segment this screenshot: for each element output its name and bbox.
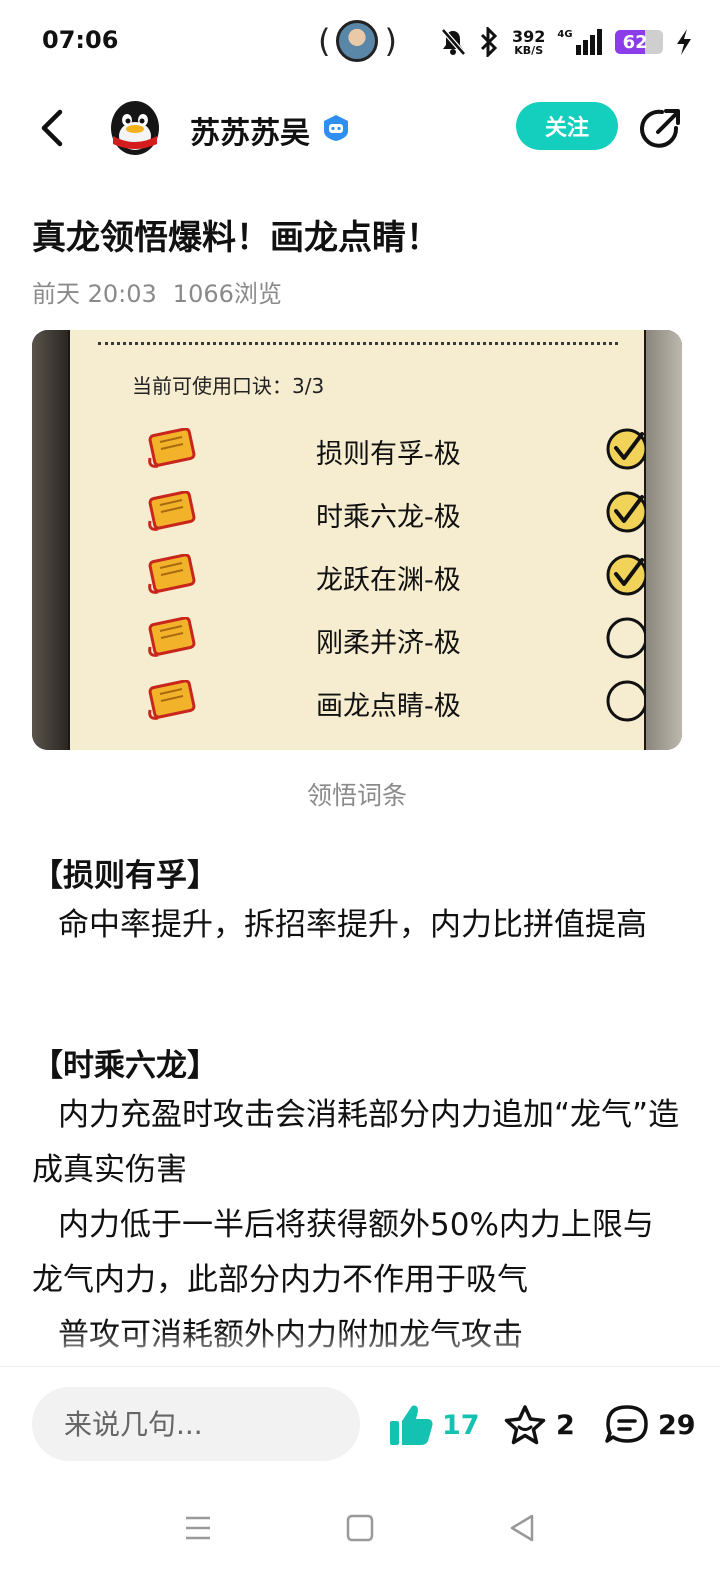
comment-input[interactable]	[32, 1387, 360, 1461]
battery-indicator: 62	[614, 30, 663, 54]
content-fade	[0, 1330, 720, 1370]
signal-icon: 4G	[557, 29, 602, 55]
paragraph: 内力充盈时攻击会消耗部分内力追加“龙气”造成真实伤害	[32, 1097, 680, 1188]
back-triangle-icon[interactable]	[502, 1508, 542, 1548]
charging-icon	[676, 29, 691, 55]
menu-icon[interactable]	[178, 1508, 218, 1548]
image-frame-right	[646, 330, 682, 750]
mantra-row: 时乘六龙-极	[70, 485, 648, 541]
mantra-row: 龙跃在渊-极	[70, 548, 648, 604]
post-header: 苏苏苏吴 关注	[0, 86, 720, 170]
image-frame-left	[32, 330, 68, 750]
mantra-name: 损则有孚-极	[316, 439, 461, 470]
mantra-count: 当前可使用口诀：3/3	[132, 374, 325, 398]
back-arrow-icon[interactable]	[32, 106, 72, 150]
avatar[interactable]	[106, 98, 164, 158]
floating-avatar-indicator[interactable]: ( )	[318, 20, 397, 62]
net-speed: 392 KB/S	[512, 26, 546, 57]
scroll-icon	[148, 428, 196, 468]
paragraph: 命中率提升，拆招率提升，内力比拼值提高	[58, 907, 647, 943]
share-icon[interactable]	[638, 106, 684, 152]
mantra-row: 损则有孚-极	[70, 422, 648, 478]
net-speed-unit: KB/S	[514, 43, 544, 57]
status-avatar-icon	[336, 20, 379, 62]
system-nav-bar	[0, 1484, 720, 1584]
comment-icon	[605, 1405, 648, 1443]
network-type: 4G	[557, 29, 573, 40]
scroll-icon	[148, 491, 196, 531]
checkmark-circle-icon	[606, 491, 648, 533]
favorite-count: 2	[556, 1409, 575, 1441]
section-heading: 【时乘六龙】	[32, 1048, 218, 1084]
post-meta: 前天 20:03 1066浏览	[32, 274, 282, 309]
paren-right-icon: )	[384, 22, 397, 60]
star-icon	[504, 1405, 546, 1445]
empty-circle-icon	[606, 617, 648, 659]
scroll-icon	[148, 680, 196, 720]
comment-count: 29	[658, 1409, 696, 1441]
scroll-icon	[148, 617, 196, 657]
dotted-divider	[98, 342, 618, 345]
favorite-button[interactable]: 2	[502, 1397, 575, 1453]
image-caption: 领悟词条	[306, 781, 407, 810]
mute-icon	[441, 28, 466, 56]
thumbs-up-icon	[390, 1405, 433, 1445]
verified-badge-icon	[324, 115, 348, 141]
post-title: 真龙领悟爆料！画龙点睛！	[32, 218, 440, 258]
status-bar: 07:06 ( ) 392 KB/S 4G 62	[0, 0, 720, 86]
bottom-action-bar: 17 2 29	[0, 1366, 720, 1484]
signal-bars-icon	[575, 29, 602, 55]
status-time: 07:06	[42, 26, 119, 54]
scroll-icon	[148, 554, 196, 594]
home-square-icon[interactable]	[340, 1508, 380, 1548]
like-count: 17	[442, 1409, 480, 1441]
mantra-name: 龙跃在渊-极	[316, 565, 461, 596]
post-views: 1066浏览	[172, 280, 282, 308]
paren-left-icon: (	[318, 22, 331, 60]
like-button[interactable]: 17	[388, 1397, 480, 1453]
empty-circle-icon	[606, 680, 648, 722]
net-speed-value: 392	[512, 26, 546, 46]
paragraph: 内力低于一半后将获得额外50%内力上限与龙气内力，此部分内力不作用于吸气	[32, 1207, 654, 1298]
section-heading: 【损则有孚】	[32, 858, 218, 894]
mantra-row: 刚柔并济-极	[70, 611, 648, 667]
comment-button[interactable]: 29	[604, 1397, 696, 1453]
mantra-name: 时乘六龙-极	[316, 502, 461, 533]
post-time: 前天 20:03	[32, 280, 157, 308]
bluetooth-icon	[480, 27, 498, 57]
mantra-panel: 当前可使用口诀：3/3 损则有孚-极 时乘六龙-极 龙跃在渊-极 刚柔并济-极 画龙点睛…	[68, 330, 648, 750]
status-icons: 392 KB/S 4G 62	[440, 26, 693, 58]
checkmark-circle-icon	[606, 554, 648, 596]
follow-button[interactable]: 关注	[516, 102, 618, 150]
checkmark-circle-icon	[606, 428, 648, 470]
mantra-name: 刚柔并济-极	[316, 628, 461, 659]
mantra-row: 画龙点睛-极	[70, 674, 648, 730]
user-name[interactable]: 苏苏苏吴	[190, 108, 310, 152]
mantra-name: 画龙点睛-极	[316, 691, 461, 722]
post-image[interactable]: 当前可使用口诀：3/3 损则有孚-极 时乘六龙-极 龙跃在渊-极 刚柔并济-极 画龙点睛…	[32, 330, 682, 750]
